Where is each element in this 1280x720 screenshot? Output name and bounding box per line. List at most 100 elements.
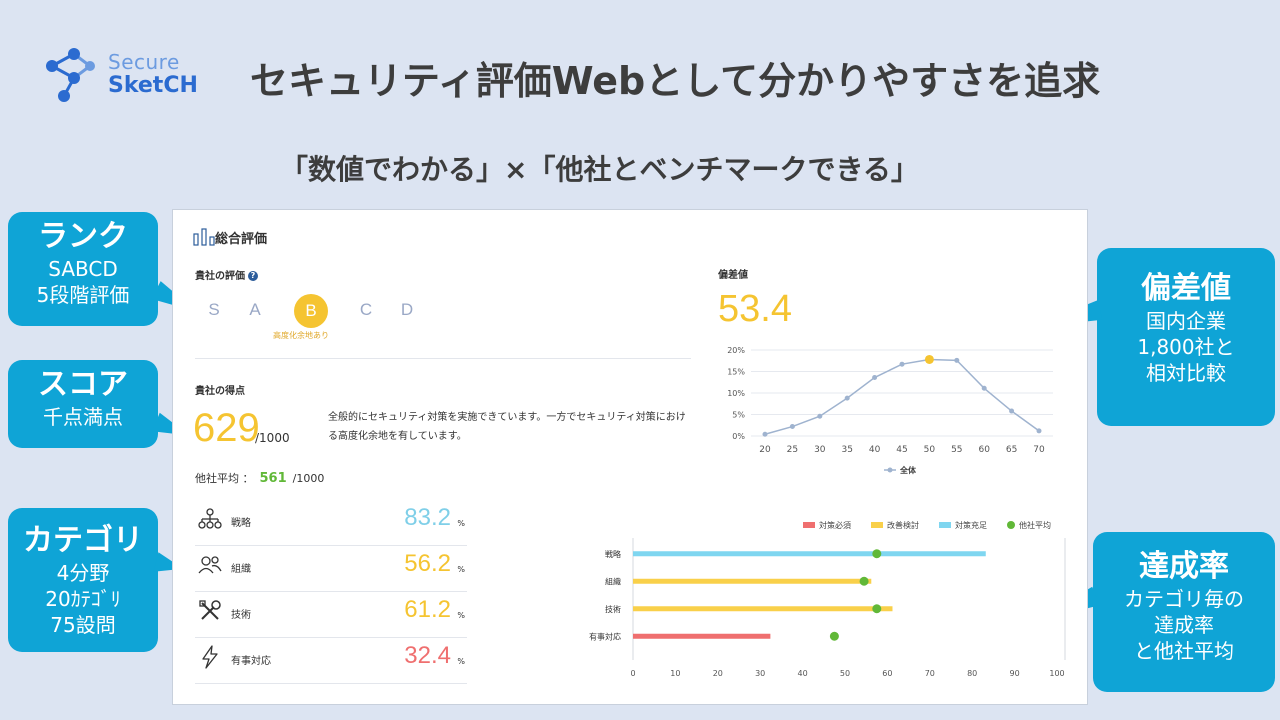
callout-category-title: カテゴリ [23, 523, 143, 558]
category-value: 32.4 [404, 642, 451, 669]
x-tick-label: 70 [1033, 445, 1045, 455]
deviation-distribution-chart: 0% 5% 10% 15% 20% 20 25 30 35 40 45 50 55 60 65 70 全体 [727, 346, 1053, 475]
data-point [817, 413, 823, 419]
x-tick-label: 70 [925, 669, 935, 678]
category-label: 有事対応 [589, 631, 621, 641]
help-icon[interactable]: ? [248, 271, 258, 281]
legend-label: 対策必須 [819, 520, 851, 530]
data-point [1009, 408, 1015, 414]
callout-score-title: スコア [38, 367, 128, 402]
company-eval-label: 貴社の評価? [195, 267, 258, 282]
category-unit: % [457, 611, 465, 620]
category-unit: % [457, 657, 465, 666]
legend-swatch-point [887, 467, 893, 473]
callout-deviation-line: 相対比較 [1146, 361, 1226, 385]
callout-rank-line: 5段階評価 [36, 283, 130, 307]
x-tick-label: 80 [967, 669, 977, 678]
data-point [899, 361, 905, 367]
category-value: 61.2 [404, 596, 451, 623]
network-logo-icon [46, 48, 95, 102]
x-tick-label: 20 [759, 445, 771, 455]
rank-b-selected: B [294, 294, 328, 328]
x-tick-label: 35 [841, 445, 852, 455]
logo-line-1: Secure [108, 50, 180, 74]
category-value: 56.2 [404, 550, 451, 577]
score-description: 全般的にセキュリティ対策を実施できています。一方でセキュリティ対策における高度化… [328, 412, 686, 442]
category-row-incident-response: 有事対応 32.4 % [195, 638, 467, 684]
rank-c: C [359, 300, 373, 319]
others-average-max: /1000 [292, 472, 325, 485]
x-tick-label: 60 [882, 669, 892, 678]
others-average: 他社平均 ： 561/1000 [195, 470, 324, 486]
y-tick-label: 10% [727, 389, 745, 398]
category-row-technology: 技術 61.2 % [195, 592, 467, 638]
bar-chart-icon [193, 228, 215, 246]
others-average-point [859, 576, 869, 586]
logo-line-2: SketCH [108, 73, 198, 98]
callout-category-line: 20ｶﾃｺﾞﾘ [45, 587, 121, 611]
x-tick-label: 25 [787, 445, 798, 455]
rank-note: 高度化余地あり [273, 331, 329, 340]
rank-s: S [208, 300, 220, 319]
x-tick-label: 55 [951, 445, 962, 455]
callout-achievement: 達成率 カテゴリ毎の 達成率 と他社平均 [1093, 532, 1275, 692]
secure-sketch-logo: Secure SketCH [40, 44, 220, 106]
category-label: 有事対応 [231, 656, 271, 667]
category-label: 技術 [605, 604, 621, 614]
legend-swatch [939, 522, 951, 528]
x-tick-label: 60 [978, 445, 990, 455]
legend-swatch [803, 522, 815, 528]
x-tick-label: 40 [869, 445, 881, 455]
y-tick-label: 0% [732, 432, 745, 441]
data-point [981, 385, 987, 391]
legend-swatch [1007, 521, 1015, 529]
category-label: 戦略 [605, 549, 621, 559]
legend-label: 対策充足 [955, 520, 987, 530]
others-average-point [872, 549, 882, 559]
callout-achievement-title: 達成率 [1139, 549, 1229, 584]
legend-label: 全体 [899, 465, 917, 475]
overall-evaluation-card: 総合評価 貴社の評価? S A B C D 高度化余地あり 貴社の得点 629 … [172, 209, 1088, 705]
card-title: 総合評価 [215, 232, 268, 247]
section-divider [195, 358, 691, 359]
category-unit: % [457, 519, 465, 528]
callout-score-line: 千点満点 [43, 405, 123, 429]
page-subtitle: 「数値でわかる」×「他社とベンチマークできる」 [280, 153, 919, 186]
x-tick-label: 90 [1010, 669, 1020, 678]
x-tick-label: 40 [798, 669, 808, 678]
category-label: 組織 [231, 564, 251, 575]
x-tick-label: 30 [755, 669, 765, 678]
organization-icon [198, 556, 222, 574]
bar [633, 606, 893, 612]
highlight-point [924, 354, 934, 364]
series-line [764, 358, 1040, 436]
category-unit: % [457, 565, 465, 574]
callout-category: カテゴリ 4分野 20ｶﾃｺﾞﾘ 75設問 [8, 508, 158, 652]
rank-d: D [400, 300, 414, 319]
bar [633, 578, 872, 584]
category-value: 83.2 [404, 504, 451, 531]
x-tick-label: 65 [1006, 445, 1017, 455]
category-row-organization: 組織 56.2 % [195, 546, 467, 592]
x-tick-label: 100 [1049, 669, 1064, 678]
callout-category-line: 75設問 [50, 613, 116, 637]
y-tick-label: 5% [732, 411, 745, 420]
x-tick-label: 50 [924, 445, 936, 455]
callout-deviation-title: 偏差値 [1141, 271, 1231, 306]
data-point [762, 431, 768, 437]
rank-a: A [249, 300, 261, 319]
callout-rank-line: SABCD [48, 257, 118, 281]
x-tick-label: 50 [840, 669, 850, 678]
y-tick-label: 20% [727, 346, 745, 355]
callout-score: スコア 千点満点 [8, 360, 158, 448]
x-tick-label: 0 [630, 669, 635, 678]
data-point [844, 395, 850, 401]
company-eval-label-text: 貴社の評価 [195, 271, 245, 282]
achievement-rate-chart: 対策必須 改善検討 対策充足 他社平均 0 10 20 30 40 50 60 70 80 90 100 戦略… [589, 520, 1066, 678]
score-max: /1000 [255, 431, 290, 445]
tools-icon [199, 600, 221, 620]
callout-achievement-line: カテゴリ毎の [1124, 587, 1244, 611]
bar [633, 551, 986, 557]
others-average-point [872, 604, 882, 614]
data-point [1036, 428, 1042, 434]
